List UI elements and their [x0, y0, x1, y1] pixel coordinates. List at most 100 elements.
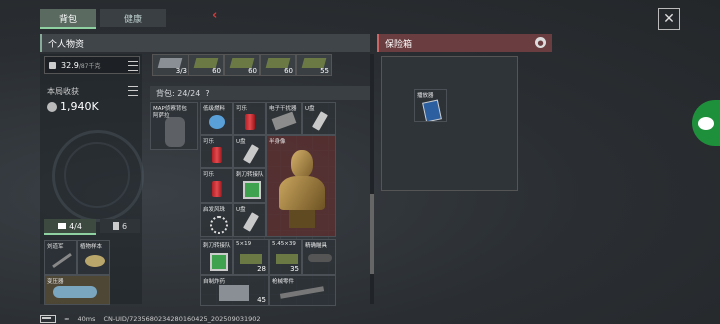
sample-dish-icon: [85, 255, 105, 267]
item-name: U盘: [236, 139, 246, 145]
personal-supplies-header: 个人物资: [40, 34, 370, 52]
ammo-count: 55: [320, 67, 329, 75]
item-name: 刺刀转接队: [236, 172, 264, 178]
bag-icon: [58, 223, 67, 229]
item-name: 5×19: [236, 241, 252, 247]
item-name: 可乐: [236, 106, 248, 112]
battery-icon: [40, 315, 56, 323]
item-slot[interactable]: U盘: [233, 135, 266, 168]
tab-health[interactable]: 健康: [100, 9, 166, 27]
safe-header: 保险箱 ●: [377, 34, 552, 52]
ammo-slot[interactable]: 60: [260, 54, 296, 76]
ammo-slot[interactable]: 55: [296, 54, 332, 76]
scope-icon: [308, 254, 332, 262]
ammo-count: 60: [284, 67, 293, 75]
item-slot[interactable]: 可乐: [200, 168, 233, 203]
item-count: 35: [290, 265, 299, 273]
item-name: 半身像: [269, 139, 286, 145]
wifi-icon: ≈: [64, 315, 70, 323]
list-icon[interactable]: [128, 86, 138, 96]
item-slot[interactable]: 刘道军: [44, 240, 77, 275]
uid: CN-UID/7235680234280160425_202509031902: [103, 315, 261, 323]
list-icon[interactable]: [128, 61, 138, 71]
item-slot[interactable]: 启发风珠: [200, 203, 233, 237]
safe-item-name: 播放器: [417, 93, 434, 99]
item-count: 28: [257, 265, 266, 273]
backpack-header: 背包: 24/24 ?: [150, 86, 370, 100]
item-name: 可乐: [203, 172, 215, 178]
personal-title: 个人物资: [48, 39, 85, 50]
cola-can-icon: [212, 181, 222, 197]
bag-count: 4/4: [69, 221, 82, 231]
close-icon[interactable]: ✕: [658, 8, 680, 30]
ammo-slot[interactable]: 3/3: [152, 54, 190, 76]
fuel-icon: [209, 115, 225, 129]
tab-secure-count[interactable]: 6: [100, 219, 140, 233]
beads-icon: [210, 216, 228, 234]
ammo-count: 60: [248, 67, 257, 75]
transformer-icon: [53, 286, 97, 298]
tab-backpack[interactable]: 背包: [40, 9, 96, 29]
usb-drive-icon: [243, 212, 259, 232]
item-name: 精确瞄具: [305, 243, 328, 249]
item-name: 低级燃料: [203, 106, 226, 112]
item-slot[interactable]: 半身像: [266, 135, 336, 237]
item-slot[interactable]: 电子干扰器: [266, 102, 302, 135]
item-slot[interactable]: 变压器: [44, 275, 110, 305]
item-slot[interactable]: 播放器: [414, 89, 447, 122]
earnings: 1,940K: [47, 100, 99, 113]
usb-drive-icon: [243, 144, 259, 164]
safe-grid: [381, 56, 518, 191]
wechat-icon: [698, 116, 714, 130]
item-name: 5.45×39: [272, 241, 296, 247]
weight-current: 32.9: [61, 60, 79, 70]
item-slot[interactable]: 自制炸药 45: [200, 275, 269, 306]
item-slot[interactable]: 可乐: [200, 135, 233, 168]
scrollbar[interactable]: [370, 54, 374, 304]
pouch-icon: [112, 222, 119, 230]
knife-icon: [52, 252, 72, 269]
item-slot[interactable]: 低级燃料: [200, 102, 233, 135]
ammo-slot[interactable]: 60: [188, 54, 224, 76]
ammo-count: 3/3: [175, 67, 187, 75]
item-slot[interactable]: 5×19 28: [233, 239, 269, 275]
usb-drive-icon: [312, 111, 328, 131]
item-slot[interactable]: U盘: [302, 102, 336, 135]
item-name: 枪械零件: [272, 279, 295, 285]
backpack-icon: [165, 117, 185, 147]
tab-bag-count[interactable]: 4/4: [44, 219, 96, 235]
item-name: 可乐: [203, 139, 215, 145]
item-name: 刺刀转接队: [203, 243, 231, 249]
weight-box: 32.9 /87千克: [44, 56, 140, 74]
item-slot[interactable]: 植物样本: [77, 240, 110, 275]
item-slot[interactable]: 枪械零件: [269, 275, 336, 306]
safe-title: 保险箱: [385, 39, 413, 50]
location-pin-icon[interactable]: ●: [535, 37, 546, 48]
item-slot[interactable]: U盘: [233, 203, 266, 237]
item-slot[interactable]: 精确瞄具: [302, 239, 336, 275]
item-slot[interactable]: 刺刀转接队: [200, 239, 233, 275]
secure-count: 6: [121, 221, 128, 231]
chevron-left-icon[interactable]: ‹: [212, 8, 217, 23]
ammo-count: 60: [212, 67, 221, 75]
item-slot[interactable]: 5.45×39 35: [269, 239, 302, 275]
help-icon[interactable]: ?: [205, 89, 209, 98]
item-name: U盘: [305, 106, 315, 112]
item-count: 45: [257, 296, 266, 304]
item-name: 变压器: [47, 279, 64, 285]
item-name: 电子干扰器: [269, 106, 297, 112]
ammo-box-icon: [276, 254, 298, 264]
backpack-slot[interactable]: MAP侦察背包 阿萨拉: [150, 102, 198, 150]
ammo-box-icon: [240, 254, 262, 264]
coin-icon: [47, 101, 57, 112]
ammo-slot[interactable]: 60: [224, 54, 260, 76]
emblem-watermark-inner: [64, 142, 130, 208]
scrollbar-thumb[interactable]: [370, 194, 374, 274]
adapter-icon: [210, 253, 228, 271]
cola-can-icon: [245, 114, 255, 130]
explosive-icon: [219, 285, 249, 301]
item-slot[interactable]: 刺刀转接队: [233, 168, 266, 203]
ping: 40ms: [77, 315, 96, 323]
item-slot[interactable]: 可乐: [233, 102, 266, 135]
lock-icon: [49, 61, 56, 69]
